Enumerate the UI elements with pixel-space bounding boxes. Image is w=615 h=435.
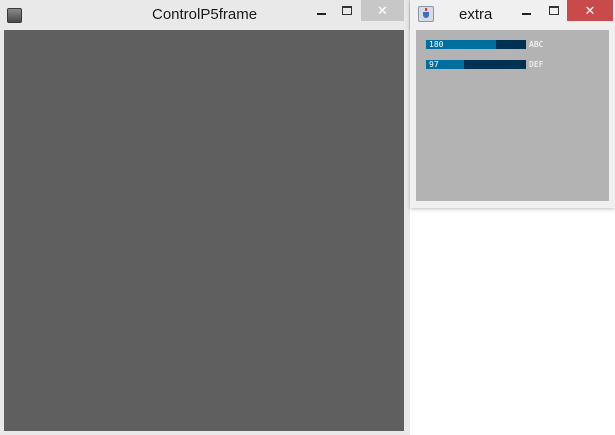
extra-minimize-button[interactable] bbox=[515, 0, 537, 21]
maximize-icon bbox=[342, 6, 352, 15]
minimize-icon bbox=[316, 12, 326, 15]
slider-abc-label: ABC bbox=[529, 40, 544, 49]
close-icon: ✕ bbox=[377, 2, 388, 18]
desktop-background bbox=[417, 208, 615, 435]
main-minimize-button[interactable] bbox=[310, 0, 332, 21]
slider-def[interactable]: 97 bbox=[426, 60, 526, 69]
slider-def-value: 97 bbox=[429, 60, 439, 69]
java-cup-icon bbox=[423, 12, 429, 18]
controlp5-main-window: ControlP5frame ✕ bbox=[0, 0, 410, 435]
main-maximize-button[interactable] bbox=[336, 0, 358, 21]
slider-abc[interactable]: 180 bbox=[426, 40, 526, 49]
maximize-icon bbox=[549, 6, 559, 15]
extra-close-button[interactable]: ✕ bbox=[567, 0, 613, 21]
slider-abc-value: 180 bbox=[429, 40, 444, 49]
extra-window: extra ✕ 180 ABC 97 DEF bbox=[410, 0, 615, 208]
extra-window-title: extra bbox=[459, 6, 493, 23]
java-steam-icon bbox=[425, 8, 427, 11]
main-window-title: ControlP5frame bbox=[152, 6, 258, 23]
extra-canvas: 180 ABC 97 DEF bbox=[416, 30, 609, 201]
minimize-icon bbox=[521, 12, 531, 15]
main-canvas[interactable] bbox=[4, 30, 404, 431]
main-titlebar[interactable]: ControlP5frame ✕ bbox=[0, 0, 409, 30]
main-close-button[interactable]: ✕ bbox=[361, 0, 404, 21]
java-icon[interactable] bbox=[418, 6, 434, 22]
extra-titlebar[interactable]: extra ✕ bbox=[410, 0, 615, 30]
slider-def-label: DEF bbox=[529, 60, 544, 69]
close-icon: ✕ bbox=[584, 2, 596, 18]
app-icon[interactable] bbox=[7, 8, 22, 23]
extra-maximize-button[interactable] bbox=[543, 0, 565, 21]
